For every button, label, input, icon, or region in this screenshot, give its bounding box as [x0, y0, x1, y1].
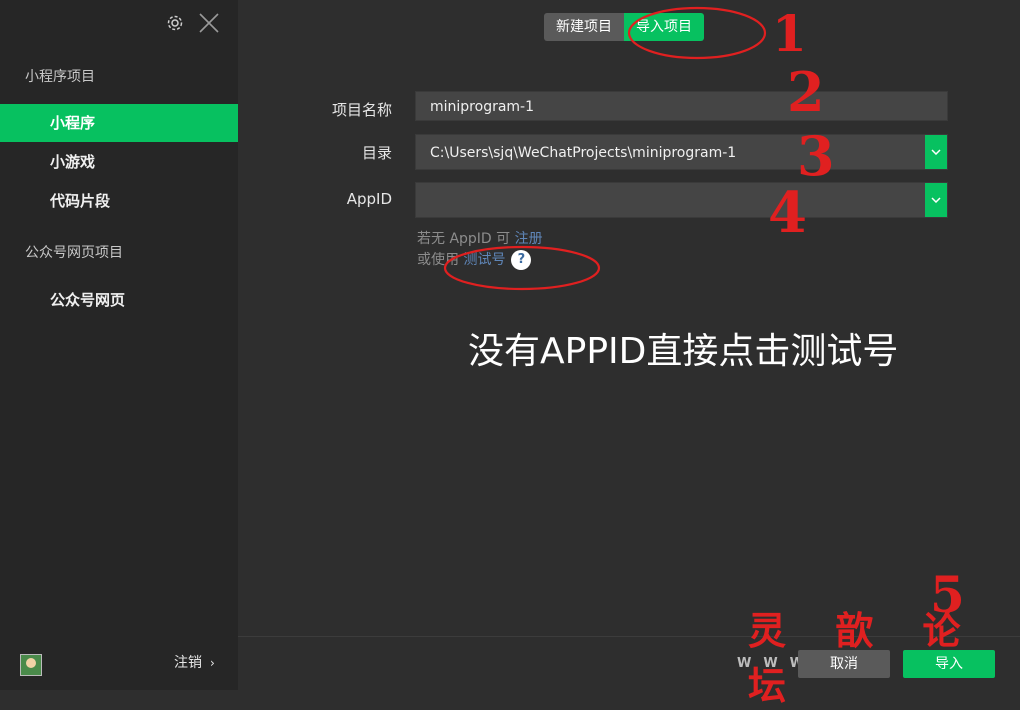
- test-account-link[interactable]: 测试号: [463, 252, 505, 268]
- directory-value: C:\Users\sjq\WeChatProjects\miniprogram-…: [430, 145, 737, 161]
- help-icon[interactable]: ?: [511, 250, 532, 270]
- watermark-text: 灵 歆 论 坛: [748, 608, 979, 708]
- annotation-note: 没有APPID直接点击测试号: [468, 331, 899, 372]
- close-icon[interactable]: [197, 11, 221, 35]
- project-tabs: 新建项目 导入项目: [544, 13, 704, 41]
- annotation-number-2: 2: [787, 60, 825, 124]
- sidebar: 小程序项目 小程序 小游戏 代码片段 公众号网页项目 公众号网页 注销 ›: [0, 0, 238, 690]
- annotation-number-4: 4: [768, 180, 807, 246]
- directory-label: 目录: [361, 144, 392, 162]
- section-title-miniprogram: 小程序项目: [25, 69, 95, 85]
- register-link[interactable]: 注册: [515, 231, 543, 247]
- appid-label: AppID: [346, 190, 392, 208]
- register-hint: 若无 AppID 可 注册: [417, 228, 543, 248]
- appid-select[interactable]: [415, 182, 948, 218]
- register-hint-text: 若无 AppID 可: [417, 231, 511, 247]
- project-name-label: 项目名称: [331, 101, 392, 119]
- logout-label: 注销: [174, 655, 202, 671]
- sidebar-item-minigame[interactable]: 小游戏: [0, 143, 238, 181]
- sidebar-item-official-web[interactable]: 公众号网页: [0, 281, 238, 319]
- tab-import-project[interactable]: 导入项目: [624, 13, 704, 41]
- gear-icon[interactable]: [165, 13, 185, 33]
- test-account-hint-text: 或使用: [417, 252, 459, 268]
- sidebar-item-miniprogram[interactable]: 小程序: [0, 104, 238, 142]
- test-account-hint: 或使用 测试号?: [417, 249, 532, 270]
- chevron-right-icon: ›: [210, 656, 215, 670]
- annotation-number-3: 3: [797, 124, 835, 188]
- annotation-number-1: 1: [772, 4, 807, 63]
- directory-select[interactable]: C:\Users\sjq\WeChatProjects\miniprogram-…: [415, 134, 948, 170]
- chevron-down-icon: [931, 197, 941, 203]
- tab-new-project[interactable]: 新建项目: [544, 13, 624, 41]
- logout-button[interactable]: 注销 ›: [174, 652, 215, 672]
- appid-dropdown-button[interactable]: [925, 183, 947, 217]
- sidebar-item-code-snippet[interactable]: 代码片段: [0, 182, 238, 220]
- directory-dropdown-button[interactable]: [925, 135, 947, 169]
- project-name-input[interactable]: miniprogram-1: [415, 91, 948, 121]
- section-title-official: 公众号网页项目: [25, 245, 123, 261]
- chevron-down-icon: [931, 149, 941, 155]
- avatar[interactable]: [20, 654, 42, 676]
